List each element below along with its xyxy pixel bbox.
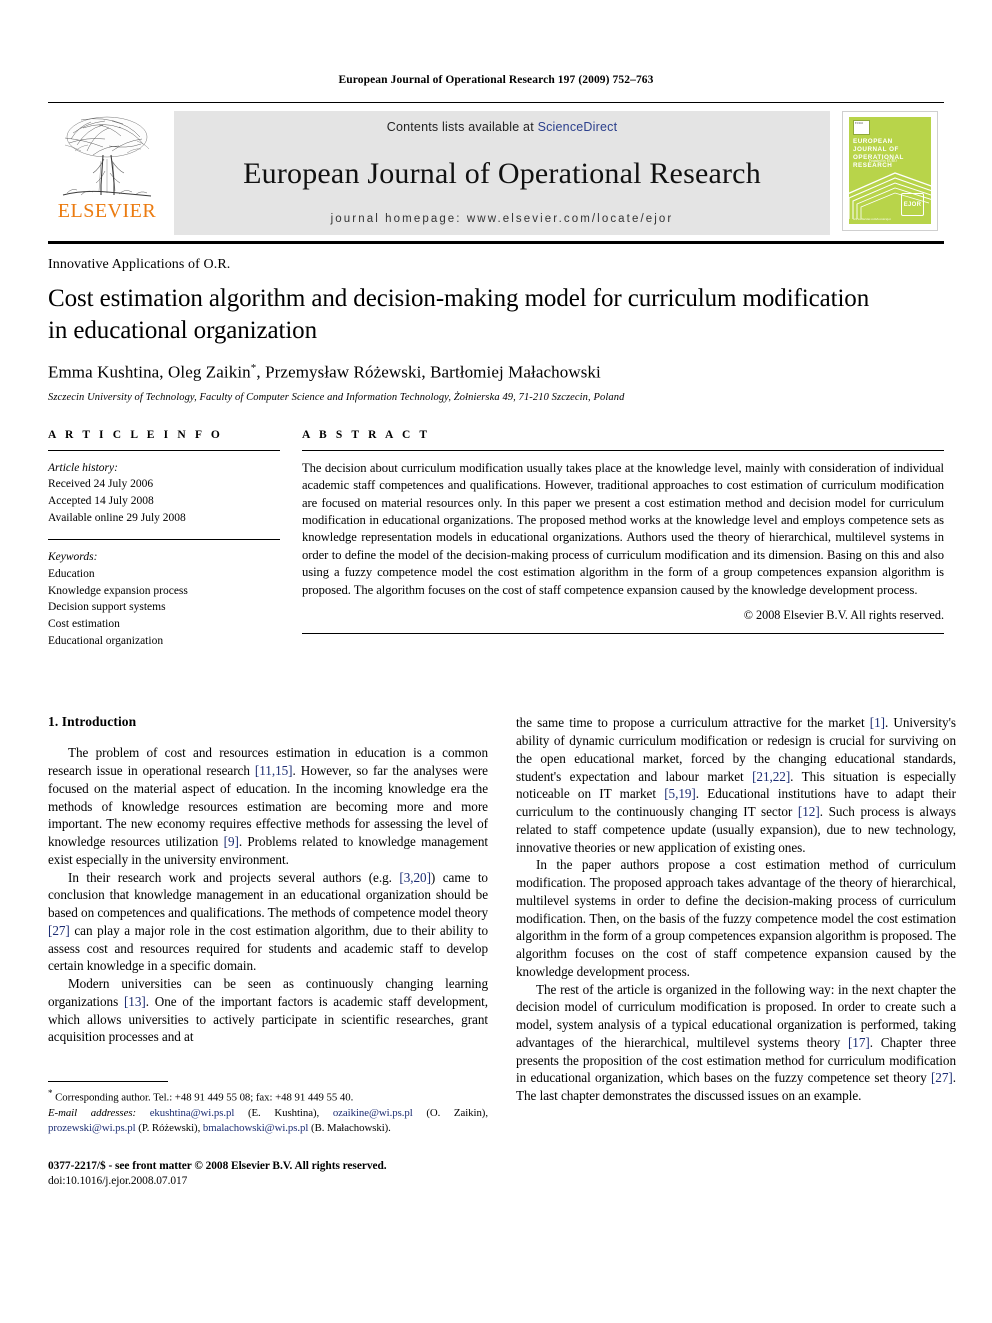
abstract-rule-top <box>302 449 944 451</box>
body-columns: 1. Introduction The problem of cost and … <box>48 714 956 1189</box>
paragraph-text: can play a major role in the cost estima… <box>48 922 488 974</box>
article-info-rule-top <box>48 449 280 451</box>
citation-reference[interactable]: [27] <box>48 923 70 938</box>
running-head: European Journal of Operational Research… <box>338 74 654 86</box>
authors-rest: , Przemysław Różewski, Bartłomiej Małach… <box>256 362 601 382</box>
body-paragraph: Modern universities can be seen as conti… <box>48 975 488 1046</box>
masthead-center-band: Contents lists available at ScienceDirec… <box>174 111 830 235</box>
citation-reference[interactable]: [17] <box>848 1035 870 1050</box>
elsevier-logo-block: ELSEVIER <box>48 111 166 235</box>
keyword-item: Education <box>48 568 95 581</box>
keywords-group: Keywords: Education Knowledge expansion … <box>48 549 280 649</box>
history-item: Available online 29 July 2008 <box>48 511 186 524</box>
email-link[interactable]: prozewski@wi.ps.pl <box>48 1122 136 1134</box>
article-history-group: Article history: Received 24 July 2006 A… <box>48 460 280 527</box>
keywords-label: Keywords: <box>48 551 98 564</box>
citation-reference[interactable]: [5,19] <box>664 786 696 801</box>
article-section-label: Innovative Applications of O.R. <box>48 257 231 272</box>
sciencedirect-link[interactable]: ScienceDirect <box>538 120 618 134</box>
keyword-item: Knowledge expansion process <box>48 584 188 597</box>
elsevier-wordmark: ELSEVIER <box>57 200 157 222</box>
issn-line: 0377-2217/$ - see front matter © 2008 El… <box>48 1159 387 1172</box>
email-owner-name: (E. Kushtina), <box>234 1106 333 1119</box>
article-info-column: A R T I C L E I N F O Article history: R… <box>48 429 280 663</box>
contents-prefix: Contents lists available at <box>386 120 534 134</box>
email-link[interactable]: bmalachowski@wi.ps.pl <box>203 1122 309 1134</box>
section-heading-introduction: 1. Introduction <box>48 714 137 730</box>
masthead-bottom-rule <box>48 241 944 244</box>
email-link[interactable]: ozaikine@wi.ps.pl <box>333 1107 413 1119</box>
doi-line: doi:10.1016/j.ejor.2008.07.017 <box>48 1174 188 1187</box>
body-paragraph: In their research work and projects seve… <box>48 869 488 976</box>
citation-reference[interactable]: [1] <box>870 715 885 730</box>
body-column-right: the same time to propose a curriculum at… <box>516 714 956 1189</box>
body-paragraph: the same time to propose a curriculum at… <box>516 714 956 856</box>
body-column-left: 1. Introduction The problem of cost and … <box>48 714 488 1189</box>
cover-footer-url: www.elsevier.com/locate/ejor <box>853 217 891 221</box>
abstract-heading: A B S T R A C T <box>302 428 431 441</box>
email-addresses-label: E-mail addresses: <box>48 1106 150 1119</box>
authors-first: Emma Kushtina, Oleg Zaikin <box>48 362 251 382</box>
author-list: Emma Kushtina, Oleg Zaikin*, Przemysław … <box>48 362 944 383</box>
article-info-heading: A R T I C L E I N F O <box>48 428 223 441</box>
abstract-rule-bottom <box>302 633 944 635</box>
history-item: Received 24 July 2006 <box>48 478 154 491</box>
citation-reference[interactable]: [12] <box>798 804 820 819</box>
journal-masthead: ELSEVIER Contents lists available at Sci… <box>48 102 944 235</box>
elsevier-tree-icon <box>62 116 152 197</box>
body-paragraph: In the paper authors propose a cost esti… <box>516 856 956 980</box>
email-owner-name: (O. Zaikin), <box>412 1106 489 1119</box>
right-column-paragraphs: the same time to propose a curriculum at… <box>516 714 956 1105</box>
cover-journal-title: EUROPEAN JOURNAL OF OPERATIONAL RESEARCH <box>853 138 904 169</box>
citation-reference[interactable]: [9] <box>224 834 239 849</box>
citation-reference[interactable]: [27] <box>931 1070 953 1085</box>
citation-reference[interactable]: [3,20] <box>399 870 431 885</box>
journal-cover-thumbnail: EURO EUROPEAN JOURNAL OF OPERATIONAL RES… <box>842 111 938 231</box>
journal-title: European Journal of Operational Research <box>243 156 761 190</box>
email-owner-name: (P. Różewski), <box>135 1122 203 1135</box>
body-paragraph: The rest of the article is organized in … <box>516 981 956 1105</box>
paragraph-text: In the paper authors propose a cost esti… <box>516 857 956 979</box>
cover-subtitle: Founded by EURO <box>869 159 897 163</box>
email-addresses-note: E-mail addresses: ekushtina@wi.ps.pl (E.… <box>48 1106 488 1137</box>
abstract-copyright: © 2008 Elsevier B.V. All rights reserved… <box>743 608 944 623</box>
keyword-item: Educational organization <box>48 634 164 647</box>
corresponding-author-note: * Corresponding author. Tel.: +48 91 449… <box>48 1087 488 1106</box>
contents-available-line: Contents lists available at ScienceDirec… <box>387 120 618 134</box>
footnote-star-icon: * <box>48 1088 53 1099</box>
body-paragraph: The problem of cost and resources estima… <box>48 744 488 868</box>
paragraph-text: the same time to propose a curriculum at… <box>516 715 870 731</box>
journal-article-page: European Journal of Operational Research… <box>0 0 992 1323</box>
email-owner-name: (B. Małachowski). <box>308 1122 391 1135</box>
paragraph-text: In their research work and projects seve… <box>68 869 400 885</box>
cover-logo-box: EURO <box>853 120 870 135</box>
keyword-item: Cost estimation <box>48 618 120 631</box>
page-footnote: * Corresponding author. Tel.: +48 91 449… <box>48 1081 488 1189</box>
corresponding-author-text: Corresponding author. Tel.: +48 91 449 5… <box>55 1091 354 1104</box>
citation-reference[interactable]: [11,15] <box>255 763 293 778</box>
email-link[interactable]: ekushtina@wi.ps.pl <box>150 1107 235 1119</box>
footnote-divider <box>48 1081 168 1083</box>
citation-reference[interactable]: [13] <box>124 994 146 1009</box>
info-abstract-region: A R T I C L E I N F O Article history: R… <box>48 429 944 663</box>
keyword-item: Decision support systems <box>48 601 166 614</box>
issn-copyright-block: 0377-2217/$ - see front matter © 2008 El… <box>48 1159 488 1190</box>
citation-reference[interactable]: [21,22] <box>752 769 790 784</box>
journal-homepage-link[interactable]: journal homepage: www.elsevier.com/locat… <box>331 213 674 225</box>
cover-ejor-badge: EJOR <box>901 193 924 216</box>
abstract-text: The decision about curriculum modificati… <box>302 460 944 597</box>
article-title: Cost estimation algorithm and decision-m… <box>48 285 870 344</box>
author-affiliation: Szczecin University of Technology, Facul… <box>48 391 625 403</box>
article-info-rule-mid <box>48 539 280 541</box>
history-item: Accepted 14 July 2008 <box>48 495 154 507</box>
journal-cover-block: EURO EUROPEAN JOURNAL OF OPERATIONAL RES… <box>836 111 944 235</box>
abstract-column: A B S T R A C T The decision about curri… <box>302 429 944 663</box>
left-column-paragraphs: The problem of cost and resources estima… <box>48 744 488 1046</box>
article-history-label: Article history: <box>48 461 118 474</box>
